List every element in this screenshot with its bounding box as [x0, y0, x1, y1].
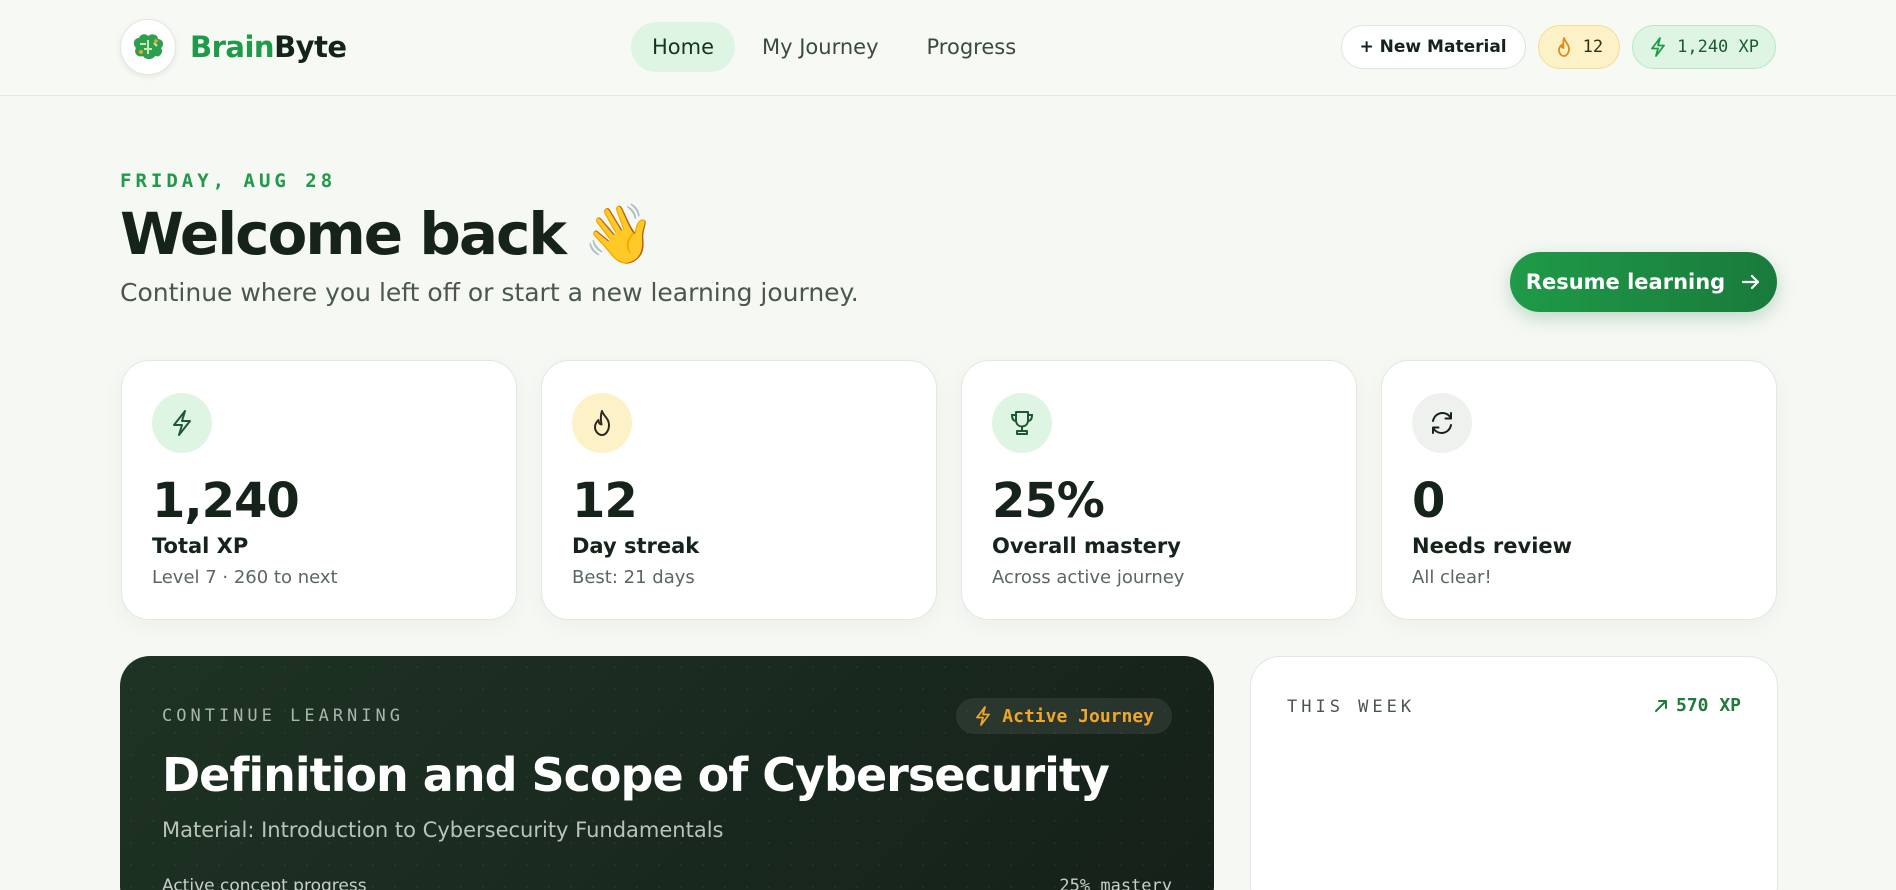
- date-label: FRIDAY, AUG 28: [120, 170, 337, 192]
- stat-value: 0: [1412, 473, 1445, 529]
- xp-total: 1,240 XP: [1677, 37, 1759, 57]
- nav-item-progress[interactable]: Progress: [906, 22, 1038, 72]
- top-navbar: BrainByte Home My Journey Progress + New…: [0, 0, 1896, 96]
- top-actions: + New Material 12 1,240 XP: [1340, 25, 1776, 69]
- brand-name: BrainByte: [190, 30, 347, 64]
- stat-label: Overall mastery: [992, 534, 1181, 558]
- new-material-button[interactable]: + New Material: [1340, 25, 1526, 69]
- lightning-icon: [976, 706, 991, 726]
- stat-label: Needs review: [1412, 534, 1573, 558]
- stat-label: Day streak: [572, 534, 700, 558]
- brand-name-part1: Brain: [190, 30, 275, 64]
- this-week-title: THIS WEEK: [1287, 697, 1416, 717]
- continue-learning-card[interactable]: CONTINUE LEARNING Active Journey Definit…: [120, 656, 1214, 890]
- page-title: Welcome back 👋: [120, 200, 655, 268]
- this-week-xp-value: 570 XP: [1675, 695, 1741, 716]
- main-nav: Home My Journey Progress: [631, 22, 1043, 72]
- stat-card-day-streak: 12 Day streak Best: 21 days: [541, 360, 937, 620]
- stat-value: 25%: [992, 473, 1105, 529]
- progress-label: Active concept progress: [162, 876, 367, 890]
- arrow-right-icon: [1742, 274, 1760, 290]
- continue-learning-eyebrow: CONTINUE LEARNING: [162, 706, 404, 726]
- refresh-icon: [1412, 393, 1472, 453]
- streak-count: 12: [1582, 37, 1604, 57]
- flame-icon: [572, 393, 632, 453]
- concept-title: Definition and Scope of Cybersecurity: [162, 748, 1110, 802]
- xp-badge[interactable]: 1,240 XP: [1632, 25, 1776, 69]
- nav-item-home[interactable]: Home: [631, 22, 736, 72]
- lightning-icon: [1651, 37, 1666, 57]
- this-week-card: THIS WEEK 570 XP: [1250, 656, 1778, 890]
- stat-card-total-xp: 1,240 Total XP Level 7 · 260 to next: [121, 360, 517, 620]
- streak-badge[interactable]: 12: [1537, 25, 1621, 69]
- stat-label: Total XP: [152, 534, 249, 558]
- active-journey-label: Active Journey: [1002, 705, 1154, 727]
- active-journey-badge: Active Journey: [956, 698, 1172, 734]
- progress-value: 25% mastery: [1059, 876, 1172, 890]
- page-subtitle: Continue where you left off or start a n…: [120, 278, 859, 307]
- nav-item-my-journey[interactable]: My Journey: [741, 22, 900, 72]
- brand-name-part2: Byte: [274, 30, 347, 64]
- trend-up-icon: [1654, 699, 1667, 712]
- this-week-xp: 570 XP: [1654, 695, 1741, 716]
- stat-card-needs-review: 0 Needs review All clear!: [1381, 360, 1777, 620]
- trophy-icon: [992, 393, 1052, 453]
- stat-sub: Level 7 · 260 to next: [152, 567, 338, 588]
- stat-sub: Across active journey: [992, 567, 1185, 588]
- brain-icon: [120, 19, 176, 75]
- resume-learning-label: Resume learning: [1525, 270, 1726, 294]
- resume-learning-button[interactable]: Resume learning: [1510, 252, 1777, 312]
- stat-value: 1,240: [152, 473, 300, 529]
- brand[interactable]: BrainByte: [120, 19, 347, 75]
- stat-card-overall-mastery: 25% Overall mastery Across active journe…: [961, 360, 1357, 620]
- stat-value: 12: [572, 473, 638, 529]
- lightning-icon: [152, 393, 212, 453]
- stat-sub: All clear!: [1412, 567, 1492, 588]
- material-name: Material: Introduction to Cybersecurity …: [162, 818, 724, 842]
- stat-sub: Best: 21 days: [572, 567, 695, 588]
- flame-icon: [1557, 37, 1570, 57]
